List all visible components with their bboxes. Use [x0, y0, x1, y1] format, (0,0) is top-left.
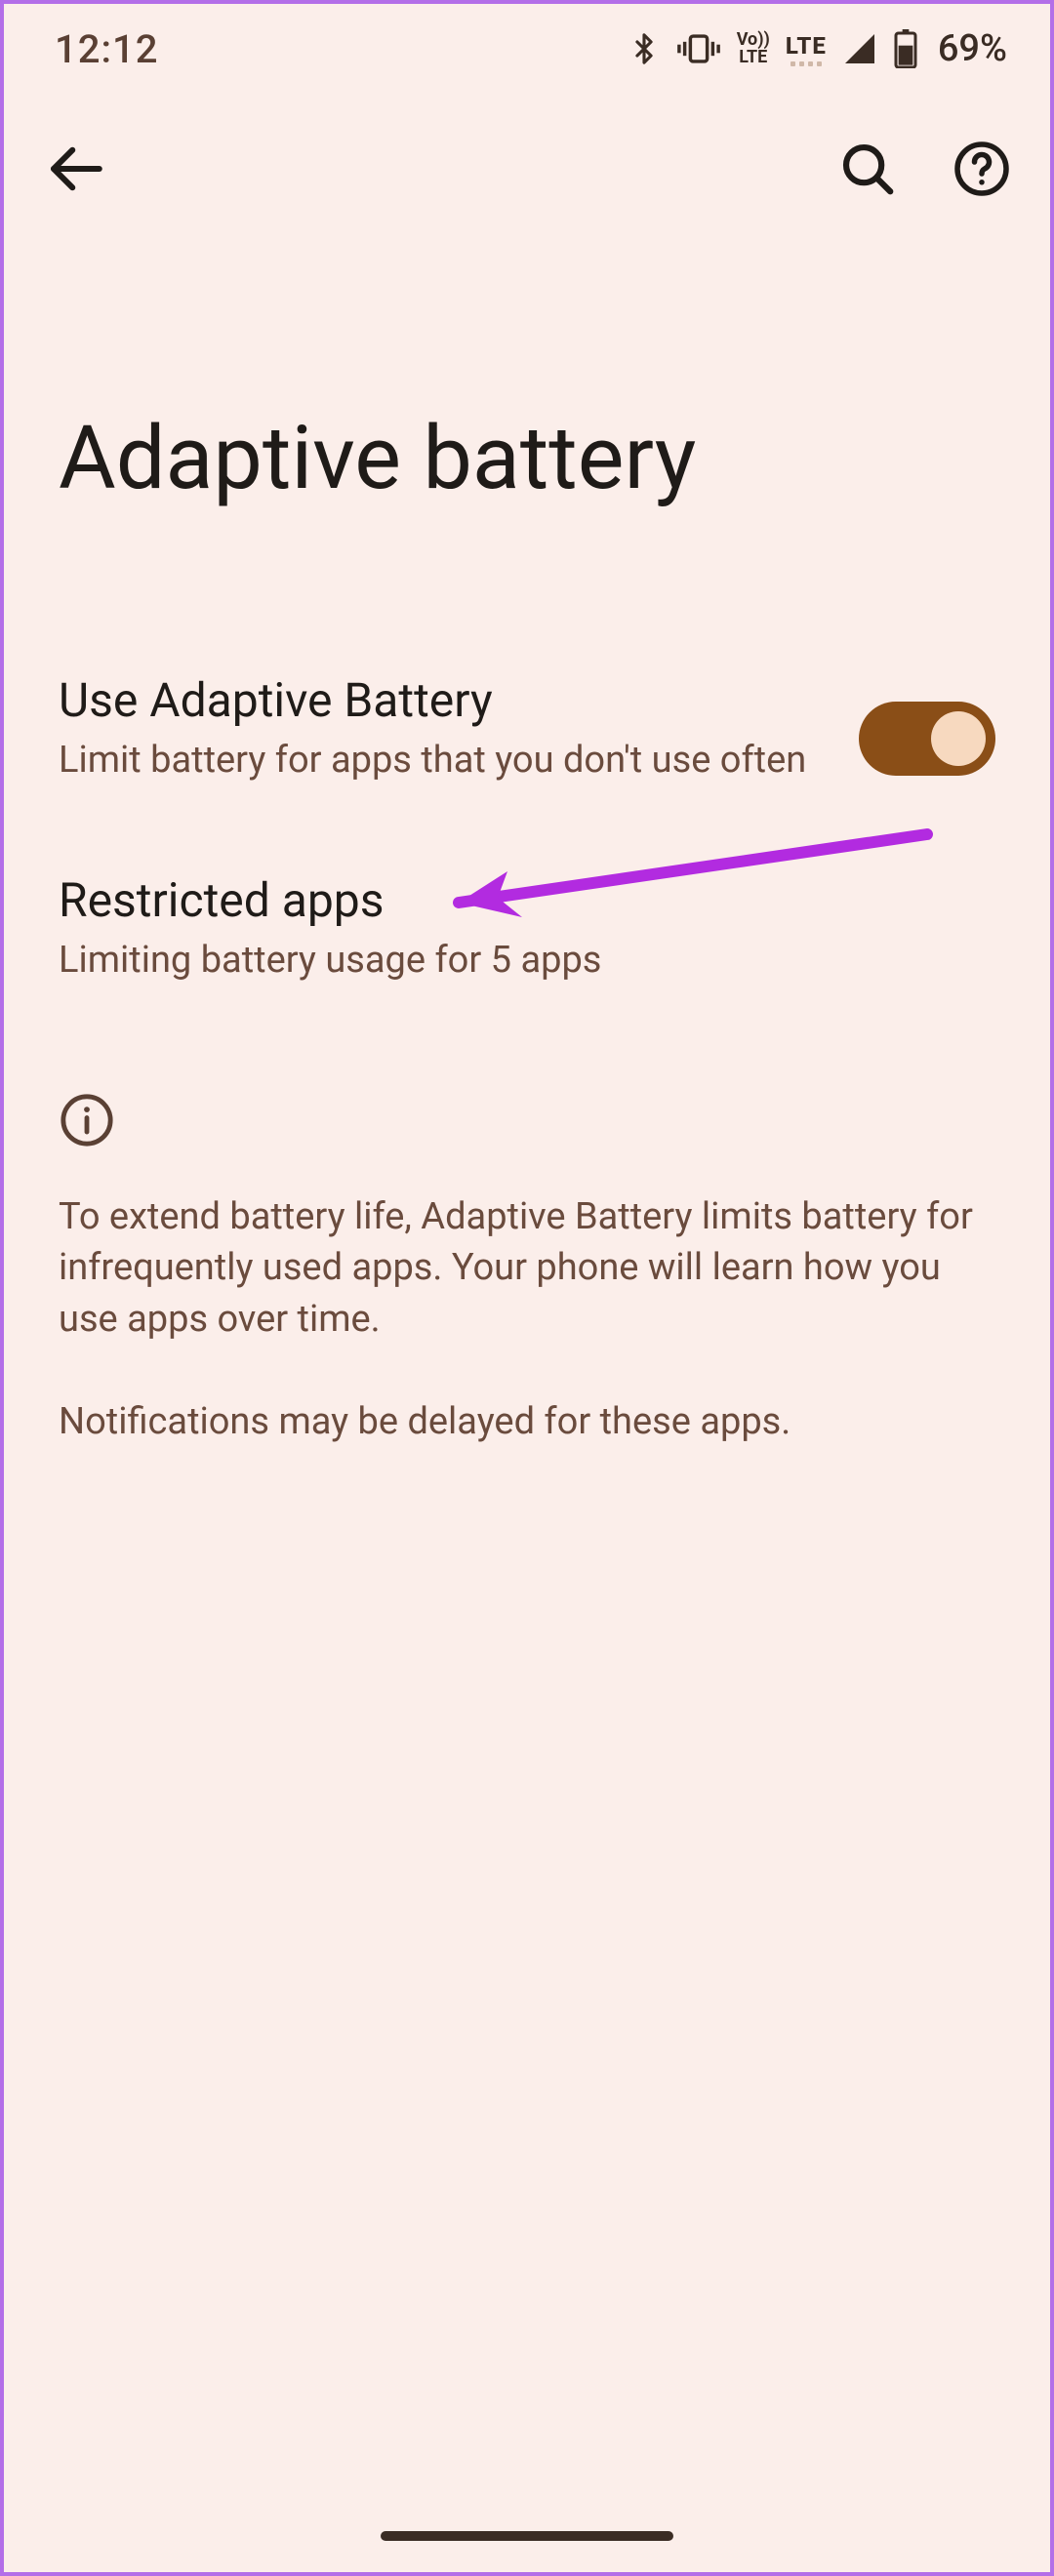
volte-icon: Vo)) LTE — [737, 31, 770, 66]
bluetooth-icon — [628, 29, 661, 68]
info-text: To extend battery life, Adaptive Battery… — [59, 1191, 995, 1447]
status-bar: 12:12 Vo)) LTE LTE — [0, 0, 1054, 98]
restricted-subtitle: Limiting battery usage for 5 apps — [59, 937, 956, 985]
vibrate-icon — [676, 29, 721, 68]
home-indicator[interactable] — [381, 2531, 673, 2541]
battery-percent: 69% — [938, 27, 1007, 70]
signal-icon — [842, 31, 877, 66]
adaptive-subtitle: Limit battery for apps that you don't us… — [59, 737, 820, 785]
restricted-apps-row[interactable]: Restricted apps Limiting battery usage f… — [59, 872, 995, 1072]
search-button[interactable] — [837, 139, 898, 203]
adaptive-title: Use Adaptive Battery — [59, 672, 820, 729]
info-icon — [59, 1134, 115, 1152]
top-app-bar — [0, 98, 1054, 215]
volte-bottom-text: LTE — [739, 49, 767, 66]
toggle-knob — [931, 711, 986, 766]
restricted-title: Restricted apps — [59, 872, 956, 929]
content-area: Use Adaptive Battery Limit battery for a… — [0, 506, 1054, 1447]
back-button[interactable] — [43, 137, 107, 205]
use-adaptive-battery-row[interactable]: Use Adaptive Battery Limit battery for a… — [59, 672, 995, 872]
page-title: Adaptive battery — [0, 215, 1054, 506]
network-indicator: LTE — [786, 32, 827, 66]
help-button[interactable] — [953, 140, 1011, 202]
adaptive-toggle[interactable] — [859, 702, 995, 776]
status-time: 12:12 — [55, 26, 158, 72]
status-icons: Vo)) LTE LTE 69% — [628, 27, 1007, 70]
network-text: LTE — [786, 32, 827, 60]
info-section: To extend battery life, Adaptive Battery… — [59, 1072, 995, 1447]
battery-icon — [893, 29, 918, 68]
lte-dots — [790, 61, 822, 66]
